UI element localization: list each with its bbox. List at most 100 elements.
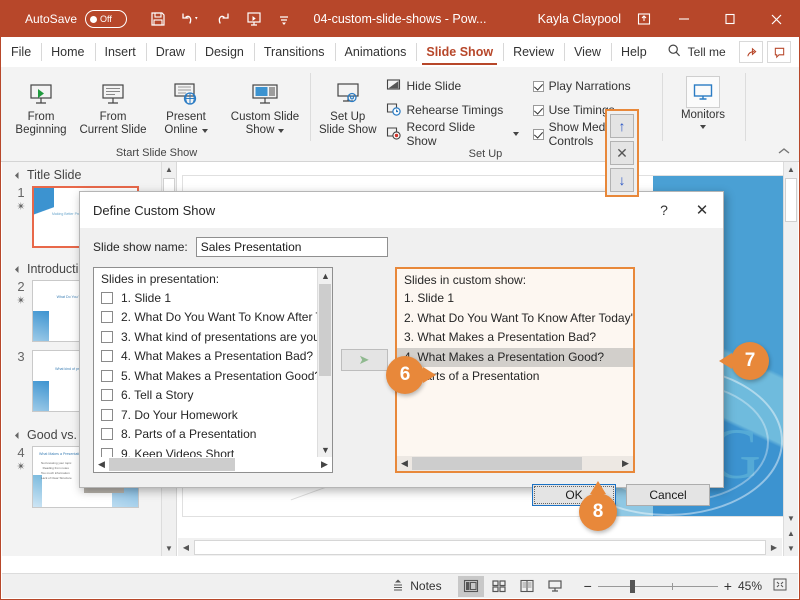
slide-sorter-view-button[interactable] [486, 576, 512, 597]
slide-show-name-input[interactable] [196, 237, 388, 257]
move-up-button[interactable]: ↑ [610, 114, 634, 138]
scrollbar-thumb[interactable] [785, 178, 797, 222]
list-item[interactable]: 3. What Makes a Presentation Bad? [397, 328, 633, 348]
scrollbar-thumb[interactable] [109, 458, 235, 471]
listbox-horizontal-scrollbar[interactable]: ◀ ▶ [397, 456, 633, 471]
close-button[interactable] [753, 1, 799, 37]
scroll-left-icon[interactable]: ◀ [94, 457, 109, 472]
checkbox-icon[interactable] [101, 311, 113, 323]
scrollbar-track[interactable] [194, 540, 766, 555]
set-up-slide-show-button[interactable]: Set Up Slide Show [313, 71, 382, 137]
list-item[interactable]: 5. What Makes a Presentation Good? [94, 366, 332, 386]
listbox-vertical-scrollbar[interactable]: ▲ ▼ [317, 268, 332, 457]
minimize-button[interactable] [661, 1, 707, 37]
checkbox-icon[interactable] [101, 409, 113, 421]
list-item[interactable]: 8. Parts of a Presentation [94, 425, 332, 445]
record-slide-show-button[interactable]: Record Slide Show [382, 122, 518, 146]
list-item[interactable]: 1. Slide 1 [94, 288, 332, 308]
hide-slide-button[interactable]: Hide Slide [382, 74, 518, 98]
slides-in-presentation-listbox[interactable]: Slides in presentation: 1. Slide 1 2. Wh… [93, 267, 333, 473]
chevron-down-icon[interactable] [700, 125, 706, 129]
list-item[interactable]: 2. What Do You Want To Know After Tod [94, 308, 332, 328]
scroll-left-icon[interactable]: ◀ [397, 456, 412, 471]
zoom-in-button[interactable]: + [724, 578, 732, 594]
scroll-down-icon[interactable]: ▼ [318, 442, 333, 457]
monitors-button[interactable]: Monitors [667, 71, 739, 129]
notes-button[interactable]: Notes [391, 578, 441, 595]
list-item-selected[interactable]: 4. What Makes a Presentation Good? [397, 348, 633, 368]
checkbox-icon[interactable] [101, 331, 113, 343]
tab-view[interactable]: View [564, 37, 611, 67]
reading-view-button[interactable] [514, 576, 540, 597]
prev-slide-icon[interactable]: ▼ [784, 541, 798, 556]
normal-view-button[interactable] [458, 576, 484, 597]
from-beginning-button[interactable]: From Beginning [5, 71, 77, 137]
collapse-triangle-icon[interactable] [15, 431, 22, 438]
list-item[interactable]: 7. Do Your Homework [94, 405, 332, 425]
add-button[interactable]: ➤ [341, 349, 388, 371]
maximize-button[interactable] [707, 1, 753, 37]
slide-show-view-button[interactable] [542, 576, 568, 597]
play-narrations-checkbox[interactable]: Play Narrations [529, 74, 658, 98]
tab-file[interactable]: File [1, 37, 41, 67]
move-down-button[interactable]: ↓ [610, 168, 634, 192]
fit-to-window-icon[interactable] [772, 577, 788, 595]
scroll-down-icon[interactable]: ▼ [162, 541, 176, 556]
comments-icon[interactable] [767, 41, 791, 63]
collapse-triangle-icon[interactable] [15, 265, 22, 272]
list-item[interactable]: 4. What Makes a Presentation Bad? [94, 347, 332, 367]
collapse-ribbon-button[interactable] [777, 146, 791, 159]
tell-me-search[interactable]: Tell me [657, 37, 736, 67]
scroll-up-icon[interactable]: ▲ [162, 162, 176, 177]
zoom-slider-handle[interactable] [630, 580, 635, 593]
section-header-title-slide[interactable]: Title Slide [2, 162, 176, 184]
scroll-right-icon[interactable]: ▶ [618, 456, 633, 471]
chevron-down-icon[interactable] [278, 129, 284, 133]
zoom-slider[interactable] [598, 586, 718, 587]
scroll-left-icon[interactable]: ◀ [178, 539, 194, 555]
tab-animations[interactable]: Animations [335, 37, 417, 67]
tab-transitions[interactable]: Transitions [254, 37, 335, 67]
tab-insert[interactable]: Insert [95, 37, 146, 67]
list-item[interactable]: 2. What Do You Want To Know After Today'… [397, 309, 633, 329]
redo-icon[interactable] [215, 10, 233, 28]
slide-pane-scrollbar[interactable]: ▲ ▲ ▼ ▼ [783, 162, 798, 556]
zoom-level-label[interactable]: 45% [738, 579, 762, 593]
save-icon[interactable] [149, 10, 167, 28]
listbox-horizontal-scrollbar[interactable]: ◀ ▶ [94, 457, 332, 472]
help-icon[interactable]: ? [647, 192, 681, 228]
zoom-control[interactable]: − + 45% [584, 578, 762, 594]
horizontal-scrollbar[interactable]: ◀ ▶ [178, 538, 782, 556]
checkbox-icon[interactable] [101, 428, 113, 440]
close-icon[interactable]: ✕ [681, 192, 723, 228]
undo-icon[interactable] [179, 10, 203, 28]
next-slide-icon[interactable]: ▲ [784, 526, 798, 541]
rehearse-timings-button[interactable]: Rehearse Timings [382, 98, 518, 122]
from-current-slide-button[interactable]: From Current Slide [77, 71, 149, 137]
present-online-button[interactable]: Present Online [150, 71, 222, 137]
scroll-right-icon[interactable]: ▶ [317, 457, 332, 472]
zoom-out-button[interactable]: − [584, 578, 592, 594]
tab-draw[interactable]: Draw [146, 37, 195, 67]
scroll-down-icon[interactable]: ▼ [784, 511, 798, 526]
share-icon[interactable] [739, 41, 763, 63]
autosave-toggle[interactable]: Off [85, 10, 127, 28]
scroll-right-icon[interactable]: ▶ [766, 539, 782, 555]
user-name[interactable]: Kayla Claypool [538, 12, 621, 26]
checkbox-icon[interactable] [101, 389, 113, 401]
scrollbar-thumb[interactable] [319, 284, 331, 376]
customize-qat-icon[interactable] [275, 10, 293, 28]
cancel-button[interactable]: Cancel [626, 484, 710, 506]
chevron-down-icon[interactable] [513, 132, 519, 136]
tab-home[interactable]: Home [41, 37, 94, 67]
chevron-down-icon[interactable] [202, 129, 208, 133]
scrollbar-thumb[interactable] [412, 457, 582, 470]
checkbox-icon[interactable] [101, 350, 113, 362]
custom-slide-show-button[interactable]: Custom Slide Show [222, 71, 308, 137]
tab-slide-show[interactable]: Slide Show [416, 37, 503, 67]
list-item[interactable]: 1. Slide 1 [397, 289, 633, 309]
remove-button[interactable]: ✕ [610, 141, 634, 165]
collapse-triangle-icon[interactable] [15, 171, 22, 178]
start-slideshow-icon[interactable] [245, 10, 263, 28]
scroll-up-icon[interactable]: ▲ [318, 268, 333, 283]
